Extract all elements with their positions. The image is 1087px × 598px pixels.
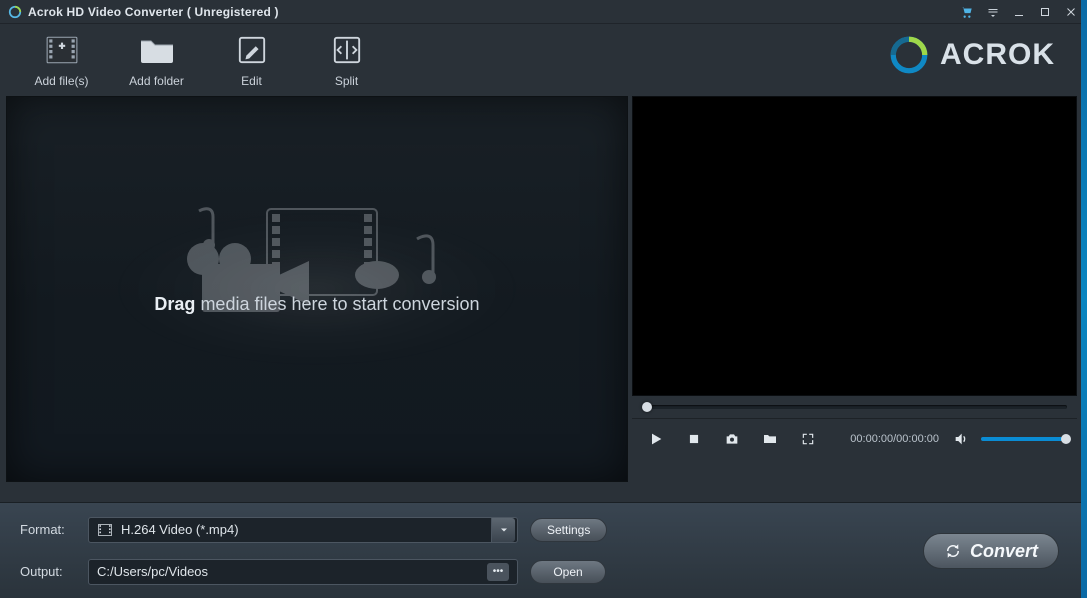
file-drop-zone[interactable]: Drag media files here to start conversio… (6, 96, 628, 482)
player-controls: 00:00:00/00:00:00 (632, 418, 1077, 458)
volume-thumb[interactable] (1061, 434, 1071, 444)
bottom-panel: Format: H.264 Video (*.mp4) Settings Out… (0, 502, 1081, 598)
app-logo-icon (8, 5, 22, 19)
browse-button[interactable]: ••• (487, 563, 509, 581)
film-add-icon (44, 34, 80, 66)
titlebar: Acrok HD Video Converter ( Unregistered … (0, 0, 1087, 24)
stop-button[interactable] (680, 425, 708, 453)
add-files-button[interactable]: Add file(s) (14, 34, 109, 88)
format-film-icon (97, 522, 113, 538)
main-toolbar: Add file(s) Add folder Edit Split (0, 24, 1087, 96)
open-label: Open (553, 565, 582, 579)
format-row: Format: H.264 Video (*.mp4) Settings (20, 517, 607, 543)
refresh-icon (944, 542, 962, 560)
seek-thumb[interactable] (642, 402, 652, 412)
browse-dots: ••• (493, 566, 504, 577)
dropzone-artwork: Drag media files here to start conversio… (107, 189, 527, 389)
format-value: H.264 Video (*.mp4) (121, 522, 239, 537)
window-title: Acrok HD Video Converter ( Unregistered … (28, 5, 279, 19)
split-button[interactable]: Split (299, 34, 394, 88)
fullscreen-button[interactable] (794, 425, 822, 453)
edit-button[interactable]: Edit (204, 34, 299, 88)
add-files-label: Add file(s) (34, 74, 88, 88)
brand-logo-icon (888, 34, 930, 76)
timecode: 00:00:00/00:00:00 (850, 433, 939, 445)
menu-dropdown-icon[interactable] (985, 4, 1001, 20)
split-label: Split (335, 74, 358, 88)
close-icon[interactable] (1063, 4, 1079, 20)
brand-area: ACROK (888, 34, 1073, 76)
main-area: Drag media files here to start conversio… (0, 96, 1087, 482)
output-path-input[interactable]: C:/Users/pc/Videos ••• (88, 559, 518, 585)
preview-column: 00:00:00/00:00:00 (632, 96, 1077, 482)
open-button[interactable]: Open (530, 560, 606, 584)
settings-button[interactable]: Settings (530, 518, 607, 542)
open-folder-button[interactable] (756, 425, 784, 453)
format-select[interactable]: H.264 Video (*.mp4) (88, 517, 518, 543)
drop-label-rest: media files here to start conversion (195, 294, 479, 314)
maximize-icon[interactable] (1037, 4, 1053, 20)
add-folder-label: Add folder (129, 74, 184, 88)
add-folder-button[interactable]: Add folder (109, 34, 204, 88)
convert-button[interactable]: Convert (923, 533, 1059, 569)
settings-label: Settings (547, 523, 590, 537)
seek-bar[interactable] (632, 396, 1077, 418)
output-path-value: C:/Users/pc/Videos (97, 564, 208, 579)
format-dropdown-icon[interactable] (491, 518, 515, 542)
brand-name: ACROK (940, 38, 1055, 72)
output-form: Format: H.264 Video (*.mp4) Settings Out… (20, 517, 607, 585)
snapshot-button[interactable] (718, 425, 746, 453)
output-label: Output: (20, 564, 76, 579)
play-button[interactable] (642, 425, 670, 453)
edit-icon (234, 34, 270, 66)
cart-icon[interactable] (959, 4, 975, 20)
seek-track[interactable] (642, 405, 1067, 409)
output-row: Output: C:/Users/pc/Videos ••• Open (20, 559, 607, 585)
video-preview (632, 96, 1077, 396)
format-label: Format: (20, 522, 76, 537)
volume-icon[interactable] (947, 425, 975, 453)
right-accent-strip (1081, 0, 1087, 598)
convert-label: Convert (970, 541, 1038, 562)
edit-label: Edit (241, 74, 262, 88)
drop-label-bold: Drag (154, 294, 195, 314)
drop-label: Drag media files here to start conversio… (107, 294, 527, 315)
volume-slider[interactable] (981, 437, 1067, 441)
split-icon (329, 34, 365, 66)
minimize-icon[interactable] (1011, 4, 1027, 20)
folder-icon (139, 34, 175, 66)
